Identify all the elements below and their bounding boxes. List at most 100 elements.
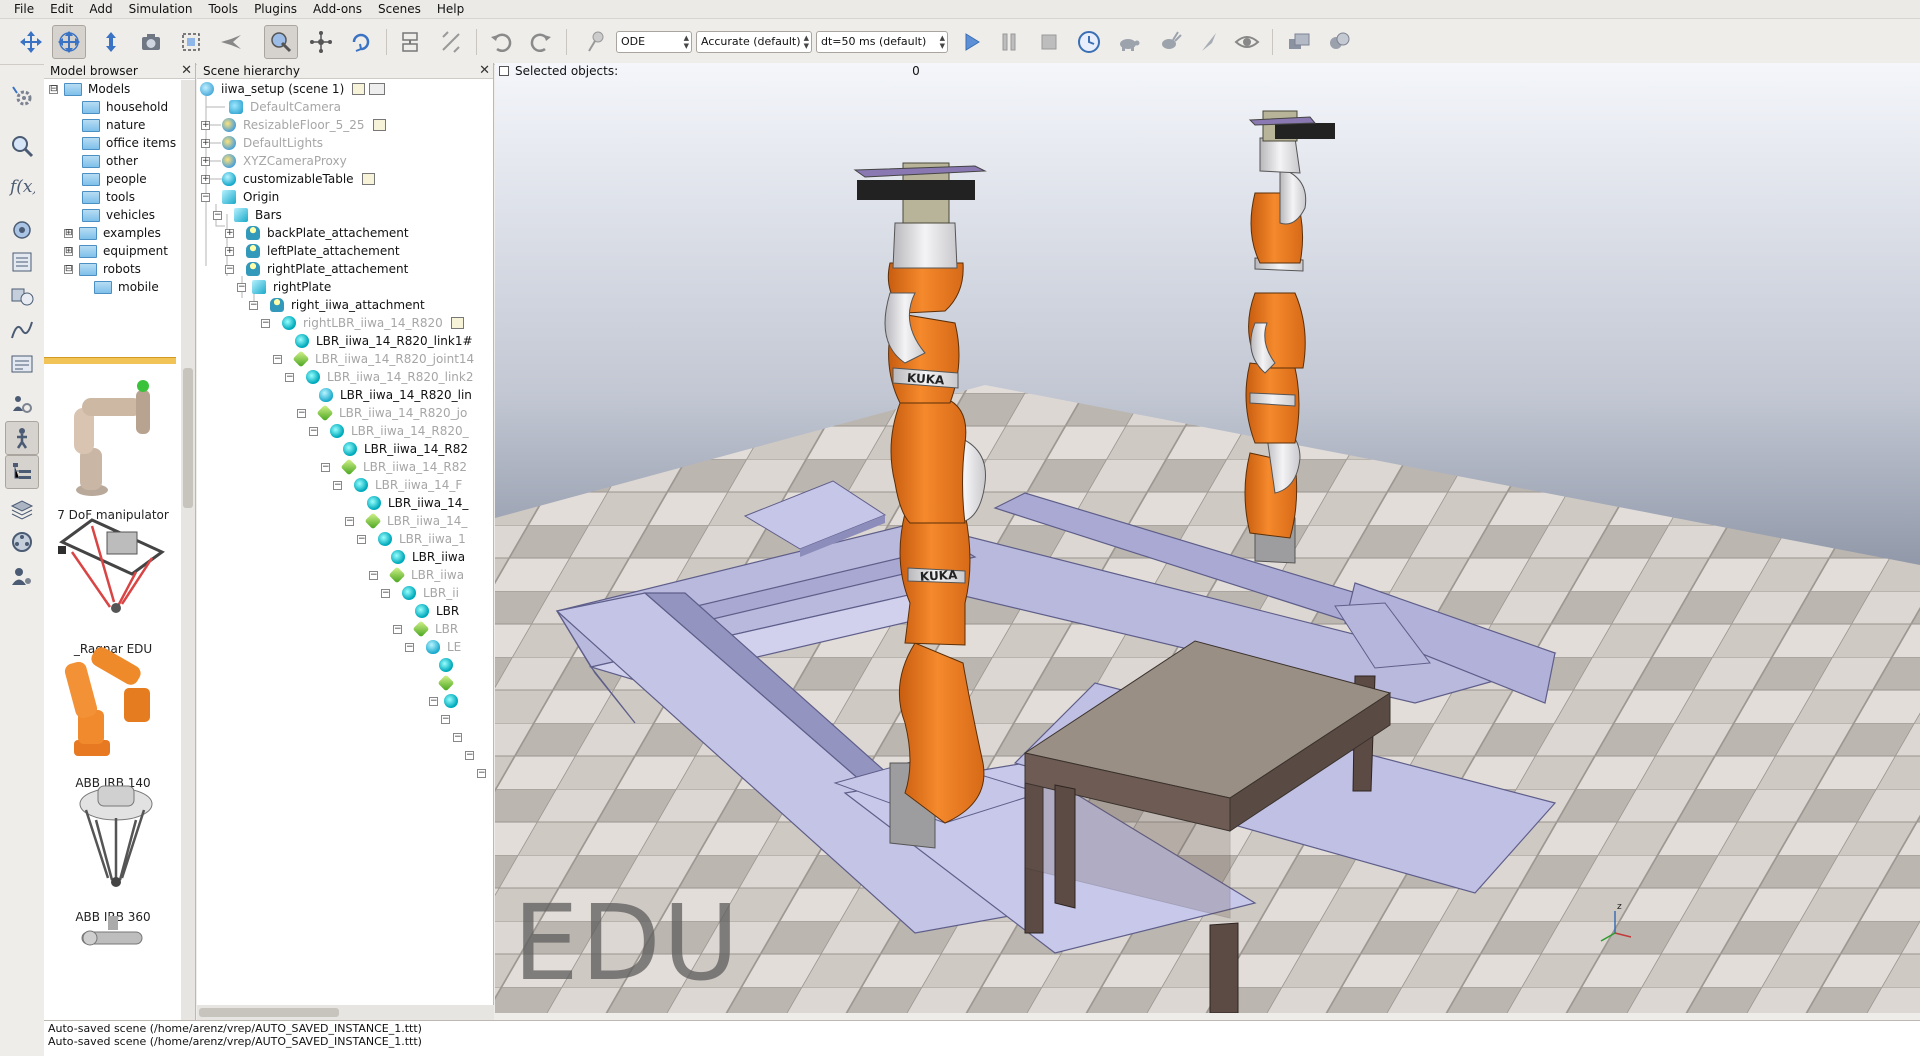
collapse-icon[interactable]: −	[285, 372, 294, 382]
scene-objects-icon[interactable]	[5, 213, 39, 247]
scene-node[interactable]: − rightPlate_attachement	[225, 260, 408, 278]
collapse-icon[interactable]: −	[261, 318, 270, 328]
expand-icon[interactable]: +	[201, 138, 210, 148]
camera-fly-icon[interactable]	[214, 25, 248, 59]
scene-selector-icon[interactable]	[1322, 25, 1356, 59]
camera-rotate-icon[interactable]	[52, 25, 86, 59]
collapse-icon[interactable]: −	[273, 354, 282, 364]
collapse-icon[interactable]: −	[477, 768, 486, 778]
expand-icon[interactable]: +	[225, 228, 234, 238]
user-icon[interactable]	[5, 559, 39, 593]
collapse-icon[interactable]: −	[213, 210, 222, 220]
page-selector-icon[interactable]	[1282, 25, 1316, 59]
collision-icon[interactable]	[5, 279, 39, 313]
redo-icon[interactable]	[524, 25, 558, 59]
function-icon[interactable]: f(x)	[5, 169, 39, 203]
tree-item-mobile[interactable]: mobile	[94, 278, 159, 296]
play-icon[interactable]	[954, 25, 988, 59]
scene-node-icon-only[interactable]	[439, 656, 460, 674]
3d-viewport[interactable]: Selected objects: 0 KUKA KUKA z EDU	[495, 63, 1920, 1013]
menu-file[interactable]: File	[6, 0, 42, 19]
scene-node[interactable]: LBR	[415, 602, 459, 620]
tree-item-robots[interactable]: ⊟ robots	[64, 260, 141, 278]
menu-simulation[interactable]: Simulation	[121, 0, 201, 19]
pause-icon[interactable]	[992, 25, 1026, 59]
model-card-partial[interactable]	[44, 910, 182, 1020]
stop-icon[interactable]	[1032, 25, 1066, 59]
collapse-icon[interactable]: −	[321, 462, 330, 472]
collapse-icon[interactable]: −	[201, 192, 210, 202]
object-select-icon[interactable]	[264, 25, 298, 59]
scene-node[interactable]: − LE	[405, 638, 461, 656]
scene-node[interactable]: − rightLBR_iiwa_14_R820	[261, 314, 464, 332]
menu-scenes[interactable]: Scenes	[370, 0, 429, 19]
collapse-icon[interactable]: −	[249, 300, 258, 310]
scene-node[interactable]: − LBR_iiwa_14_R820_joint14	[273, 350, 474, 368]
gallery-scrollbar[interactable]	[181, 366, 195, 1020]
thread-icon[interactable]	[1192, 25, 1226, 59]
camera-opening-icon[interactable]	[134, 25, 168, 59]
expand-icon[interactable]: ⊞	[64, 228, 73, 238]
fit-to-view-icon[interactable]	[174, 25, 208, 59]
expand-icon[interactable]: ⊞	[64, 246, 73, 256]
transfer-dna-icon[interactable]	[434, 25, 468, 59]
scene-node[interactable]: + ResizableFloor_5_25	[201, 116, 386, 134]
tree-item-tools[interactable]: tools	[82, 188, 135, 206]
tree-item-nature[interactable]: nature	[82, 116, 145, 134]
scene-node-icon-only[interactable]: −	[465, 746, 480, 764]
collapse-icon[interactable]: ⊟	[64, 264, 73, 274]
tree-item-equipment[interactable]: ⊞ equipment	[64, 242, 168, 260]
scene-node[interactable]: LBR_iiwa_14_R82	[343, 440, 468, 458]
collapse-icon[interactable]: −	[381, 588, 390, 598]
collapse-icon[interactable]: −	[225, 264, 234, 274]
collapse-icon[interactable]: ⊟	[49, 84, 58, 94]
close-icon[interactable]: ✕	[181, 63, 192, 78]
scene-node[interactable]: − LBR_iiwa_14_	[345, 512, 467, 530]
hierarchy-horizontal-scrollbar[interactable]	[197, 1005, 494, 1020]
accuracy-select[interactable]: Accurate (default) ▲ ▼	[696, 31, 812, 53]
collapse-icon[interactable]: −	[429, 696, 438, 706]
scene-node[interactable]: − LBR_ii	[381, 584, 459, 602]
selected-folder-highlight[interactable]	[44, 357, 176, 364]
scene-node[interactable]: − LBR_iiwa_14_R820_link2	[285, 368, 473, 386]
tree-item-examples[interactable]: ⊞ examples	[64, 224, 161, 242]
scene-node[interactable]: + leftPlate_attachement	[225, 242, 400, 260]
tree-item-office-items[interactable]: office items	[82, 134, 176, 152]
collapse-icon[interactable]: −	[441, 714, 450, 724]
expand-icon[interactable]: +	[225, 246, 234, 256]
scene-node-icon-only[interactable]: −	[429, 692, 465, 710]
search-icon[interactable]	[5, 129, 39, 163]
scene-node[interactable]: + backPlate_attachement	[225, 224, 409, 242]
settings-icon[interactable]	[5, 79, 39, 113]
scene-node[interactable]: LBR_iiwa_14_	[367, 494, 468, 512]
scene-node-icon-only[interactable]: −	[477, 764, 492, 782]
faster-icon[interactable]	[1152, 25, 1186, 59]
properties-icon[interactable]	[5, 347, 39, 381]
scene-node[interactable]: − LBR_iiwa_14_F	[333, 476, 462, 494]
collapse-icon[interactable]: −	[357, 534, 366, 544]
engine-select[interactable]: ODE ▲ ▼	[616, 31, 692, 53]
expand-icon[interactable]: +	[201, 156, 210, 166]
model-browser-icon[interactable]	[5, 421, 39, 455]
layers-icon[interactable]	[5, 493, 39, 527]
dynamics-icon[interactable]	[580, 25, 614, 59]
scrollbar-thumb[interactable]	[183, 368, 193, 508]
script-icon[interactable]	[450, 317, 464, 329]
close-icon[interactable]: ✕	[479, 63, 490, 78]
expand-icon[interactable]: +	[201, 174, 210, 184]
scene-node[interactable]: − rightPlate	[237, 278, 331, 296]
scene-node[interactable]: + DefaultLights	[201, 134, 323, 152]
visualization-icon[interactable]	[1230, 25, 1264, 59]
scene-hierarchy-icon[interactable]	[5, 455, 39, 489]
scene-node[interactable]: LBR_iiwa_14_R820_link1#	[295, 332, 473, 350]
video-recorder-icon[interactable]	[5, 525, 39, 559]
tree-item-people[interactable]: people	[82, 170, 147, 188]
object-rotate-icon[interactable]	[344, 25, 378, 59]
menu-tools[interactable]: Tools	[201, 0, 247, 19]
tree-item-vehicles[interactable]: vehicles	[82, 206, 155, 224]
scene-node[interactable]: − Origin	[201, 188, 279, 206]
scrollbar-thumb[interactable]	[199, 1008, 339, 1017]
scene-node[interactable]: LBR_iiwa_14_R820_lin	[319, 386, 472, 404]
collapse-icon[interactable]: −	[297, 408, 306, 418]
collapse-icon[interactable]: −	[333, 480, 342, 490]
